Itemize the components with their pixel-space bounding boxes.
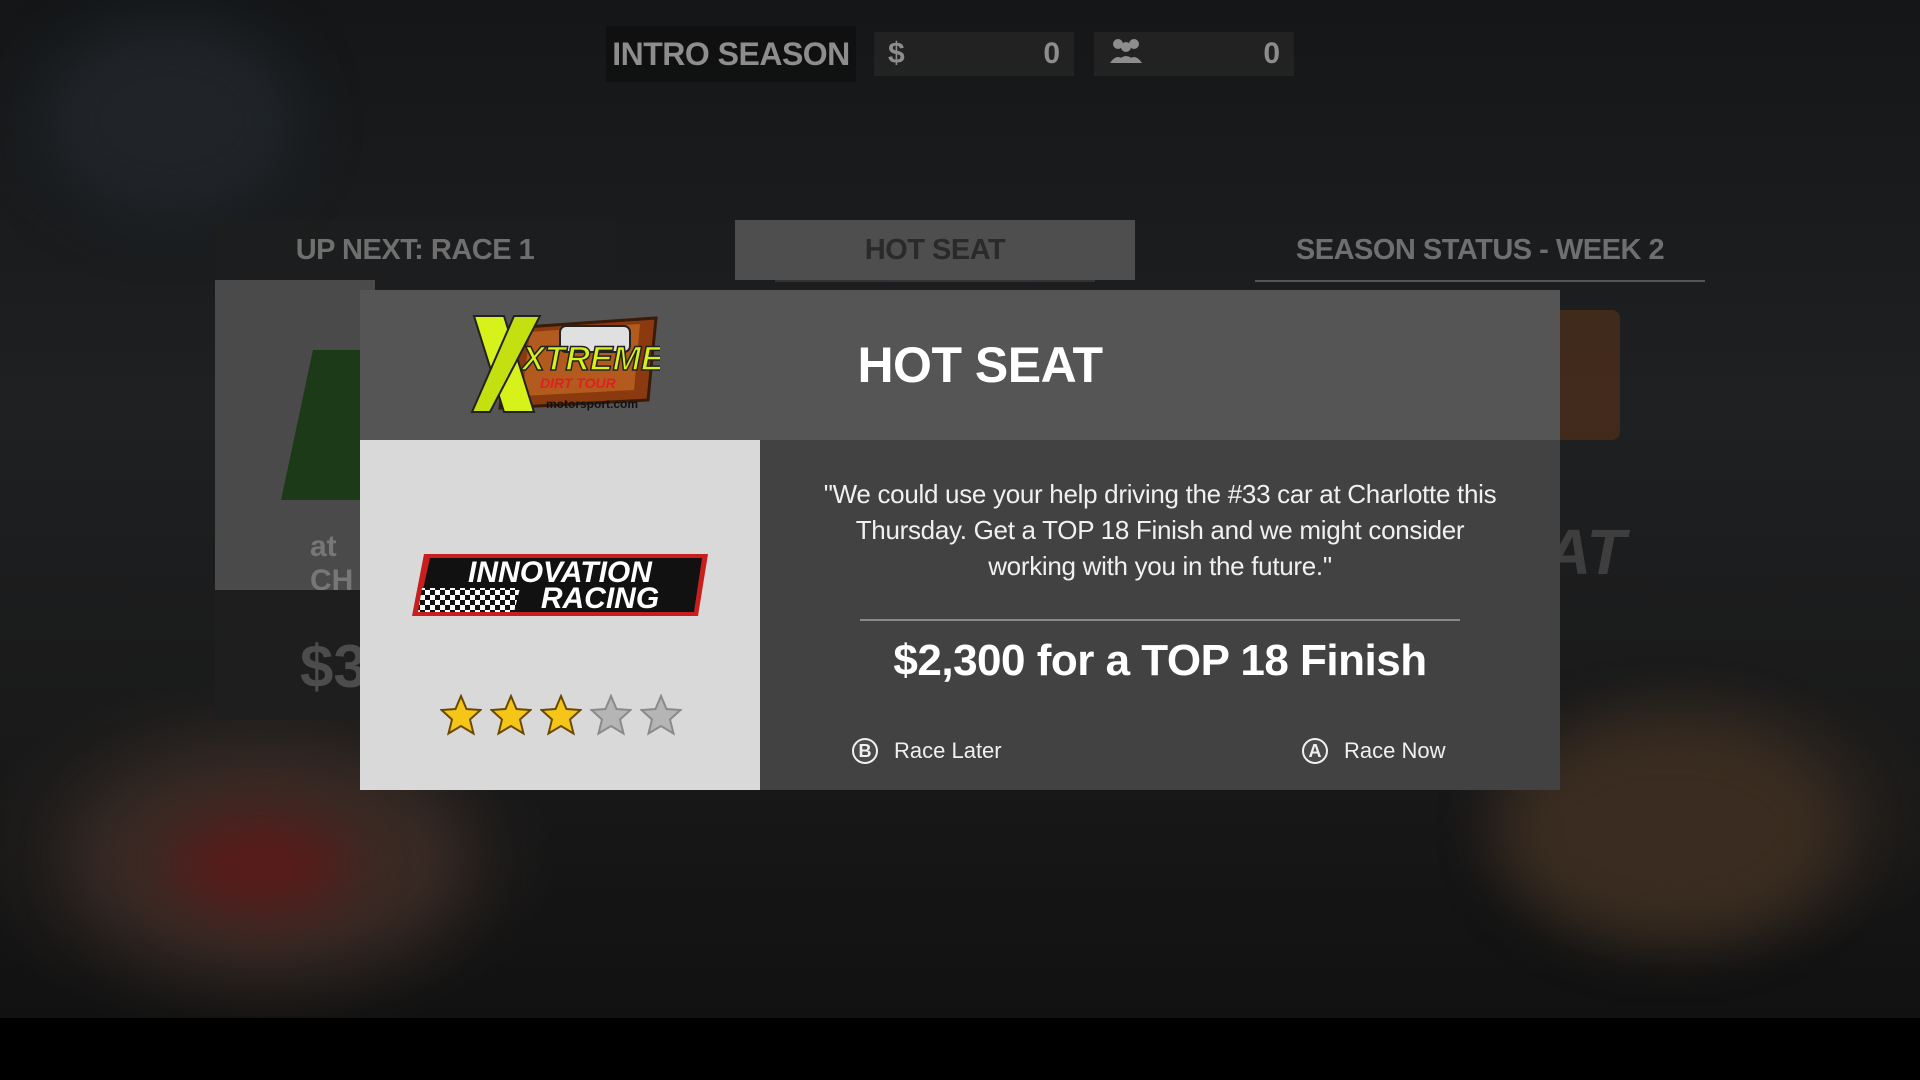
star-empty-icon <box>640 694 682 736</box>
star-filled-icon <box>490 694 532 736</box>
race-purse-partial: $3 <box>300 633 367 700</box>
series-logo-line3: motorsport.com <box>546 397 638 411</box>
xtreme-dirt-tour-logo: XTREME DIRT TOUR motorsport.com <box>470 308 666 423</box>
money-value: 0 <box>1043 37 1060 70</box>
race-purse-card: $3 <box>215 590 375 720</box>
tab-hot-seat[interactable]: HOT SEAT <box>735 220 1135 282</box>
race-now-button[interactable]: A Race Now <box>1302 738 1445 764</box>
blurred-wall <box>40 20 300 220</box>
tab-season-status[interactable]: SEASON STATUS - WEEK 2 <box>1255 220 1705 282</box>
fans-value: 0 <box>1263 37 1280 70</box>
divider <box>860 619 1460 621</box>
offer-panel: "We could use your help driving the #33 … <box>760 440 1560 790</box>
race-later-label: Race Later <box>894 738 1002 763</box>
star-empty-icon <box>590 694 632 736</box>
race-card-background: at CH <box>215 280 393 597</box>
dollar-icon: $ <box>888 37 905 70</box>
tab-underline <box>775 280 1095 282</box>
tab-season-status-label: SEASON STATUS - WEEK 2 <box>1295 233 1665 266</box>
tab-up-next[interactable]: UP NEXT: RACE 1 <box>215 220 615 280</box>
letterbox-bar <box>0 1018 1920 1080</box>
series-logo-line2: DIRT TOUR <box>540 375 617 391</box>
offer-quote: "We could use your help driving the #33 … <box>823 479 1497 581</box>
tab-underline <box>1255 280 1705 282</box>
team-rating <box>440 694 682 736</box>
dialog-title: HOT SEAT <box>857 337 1103 393</box>
fans-counter: 0 <box>1094 32 1294 76</box>
background-scene: INTRO SEASON $ 0 0 UP NEXT: RACE 1 HOT S… <box>0 0 1920 1018</box>
team-panel: INNOVATION RACING <box>360 440 760 790</box>
dialog-header: XTREME DIRT TOUR motorsport.com HOT SEAT <box>360 290 1560 440</box>
hot-seat-dialog: XTREME DIRT TOUR motorsport.com HOT SEAT <box>360 290 1560 790</box>
race-later-button[interactable]: B Race Later <box>852 738 1002 764</box>
team-logo-line2: RACING <box>541 582 659 615</box>
offer-reward: $2,300 for a TOP 18 Finish <box>893 636 1427 685</box>
fans-icon <box>1108 35 1144 73</box>
tab-hot-seat-label: HOT SEAT <box>864 233 1006 266</box>
season-label: INTRO SEASON <box>606 26 856 82</box>
series-logo-line1: XTREME <box>520 340 660 378</box>
star-filled-icon <box>440 694 482 736</box>
a-button-icon: A <box>1302 738 1328 764</box>
money-counter: $ 0 <box>874 32 1074 76</box>
blurred-red-object <box>170 820 350 910</box>
star-filled-icon <box>540 694 582 736</box>
b-button-icon: B <box>852 738 878 764</box>
race-now-label: Race Now <box>1344 738 1446 763</box>
innovation-racing-logo: INNOVATION RACING <box>410 550 710 620</box>
